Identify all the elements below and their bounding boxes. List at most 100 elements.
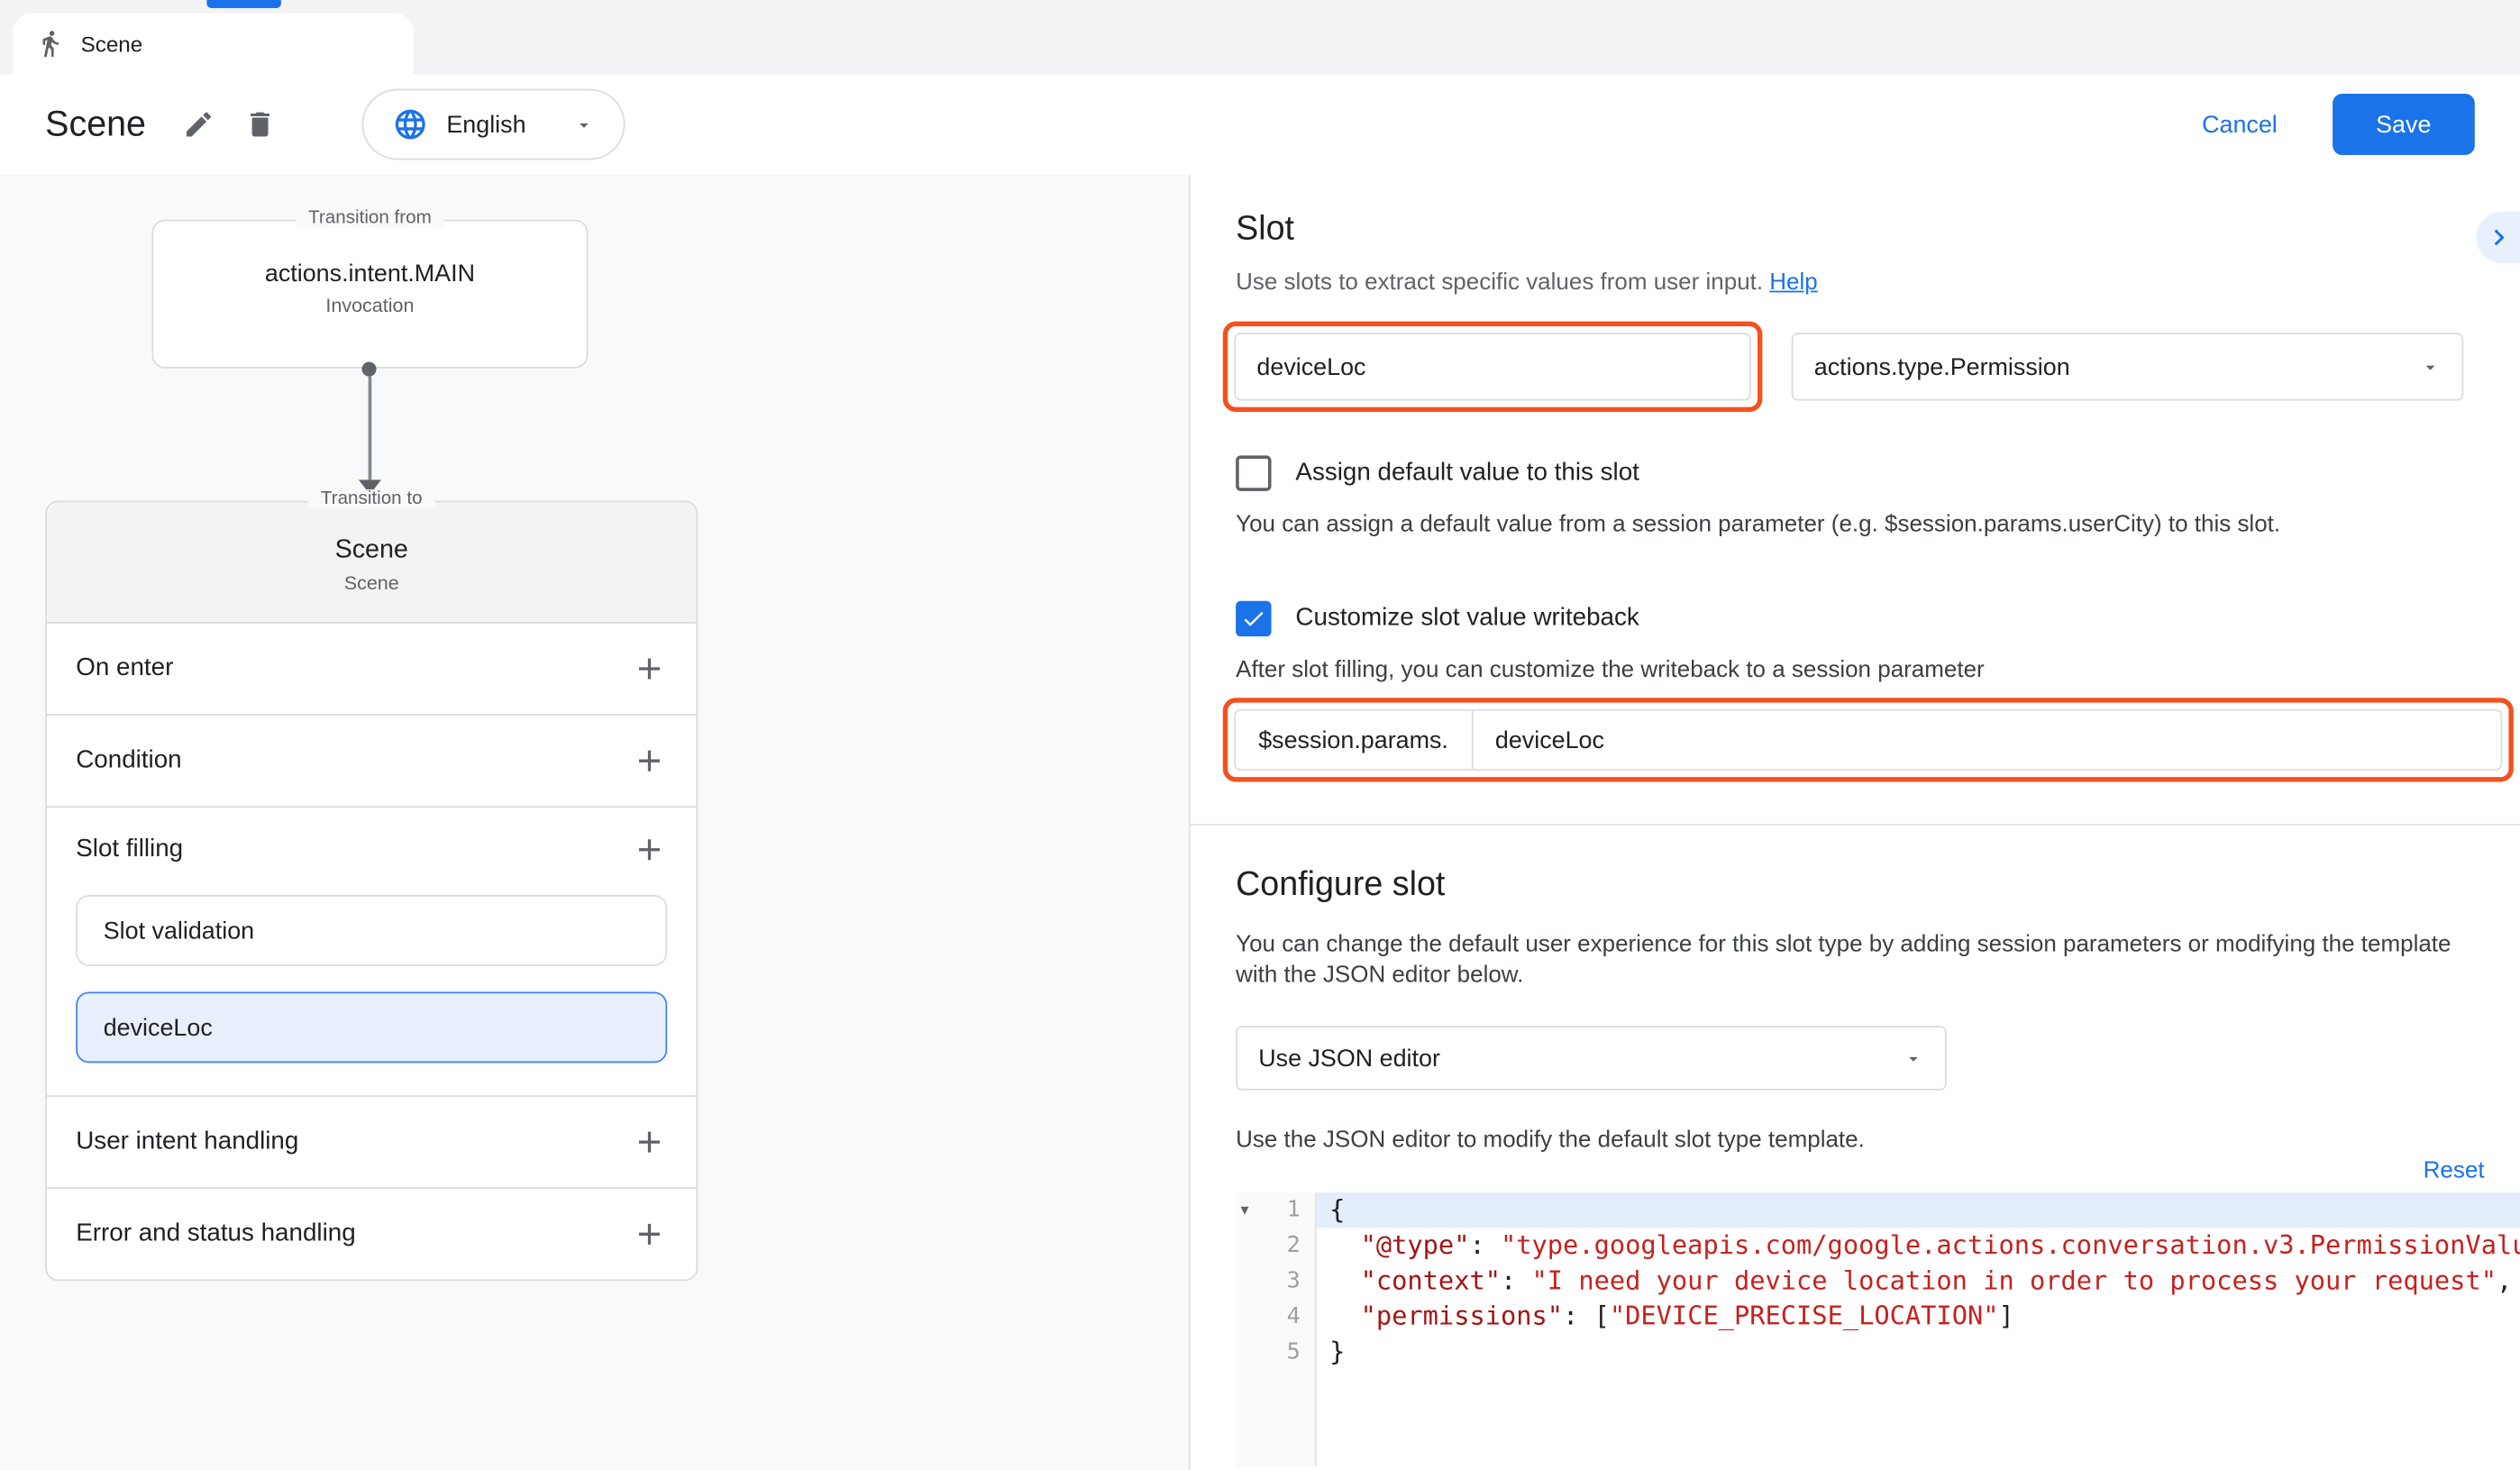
transition-from-node[interactable]: Transition from actions.intent.MAIN Invo… (151, 220, 588, 369)
page-title: Scene (45, 104, 146, 146)
intent-subtitle: Invocation (153, 294, 586, 316)
slot-items-list: Slot validation deviceLoc (47, 891, 697, 1095)
slot-detail-panel: Slot Use slots to extract specific value… (1191, 175, 2520, 1470)
slot-type-value: actions.type.Permission (1814, 353, 2070, 380)
gutter-line: ▾1 (1236, 1192, 1315, 1228)
code-line[interactable]: { (1317, 1192, 2520, 1228)
code-line[interactable]: "permissions": ["DEVICE_PRECISE_LOCATION… (1317, 1299, 2520, 1334)
editor-hint: Use the JSON editor to modify the defaul… (1236, 1128, 2520, 1154)
code-line[interactable]: } (1317, 1334, 2520, 1369)
fold-toggle-icon[interactable]: ▾ (1240, 1194, 1248, 1229)
gutter-line: 3 (1236, 1264, 1315, 1299)
slot-item-label: deviceLoc (104, 1014, 213, 1041)
reset-row: Reset (1236, 1158, 2484, 1184)
line-number: 1 (1287, 1192, 1301, 1228)
globe-icon (393, 106, 428, 142)
section-condition[interactable]: Condition (47, 714, 697, 806)
trash-icon (244, 108, 277, 141)
section-slot-filling-block: Slot filling Slot validation deviceLoc (47, 806, 697, 1095)
help-link[interactable]: Help (1769, 269, 1817, 296)
section-error-status-handling[interactable]: Error and status handling (47, 1187, 697, 1279)
slot-item-label: Slot validation (104, 917, 254, 944)
configure-slot-title: Configure slot (1236, 866, 2520, 905)
writeback-helper: After slot filling, you can customize th… (1236, 657, 2520, 683)
save-button[interactable]: Save (2333, 94, 2475, 155)
intent-name: actions.intent.MAIN (153, 260, 586, 288)
writeback-prefix: $session.params. (1236, 726, 1471, 753)
assign-default-helper: You can assign a default value from a se… (1236, 512, 2520, 538)
add-icon[interactable] (632, 1124, 667, 1159)
reset-link[interactable]: Reset (2424, 1158, 2485, 1184)
annotation-highlight: deviceLoc (1223, 322, 1763, 412)
line-number: 4 (1287, 1299, 1301, 1334)
chevron-down-icon (2420, 356, 2441, 377)
writeback-row: Customize slot value writeback (1236, 601, 2520, 636)
collapse-panel-button[interactable] (2477, 212, 2520, 263)
transition-to-label: Transition to (308, 489, 435, 509)
section-label: Error and status handling (76, 1219, 355, 1248)
slot-section-title: Slot (1236, 210, 2520, 249)
line-number: 2 (1287, 1228, 1301, 1263)
tab-label: Scene (81, 32, 143, 56)
slot-name-type-row: deviceLoc actions.type.Permission (1236, 322, 2520, 412)
language-selector[interactable]: English (362, 89, 625, 160)
gutter-line: 4 (1236, 1299, 1315, 1334)
editor-gutter: ▾12345 (1236, 1192, 1317, 1467)
assign-default-label: Assign default value to this slot (1295, 459, 1639, 488)
section-label: User intent handling (76, 1128, 298, 1156)
editor-code[interactable]: { "@type": "type.googleapis.com/google.a… (1317, 1192, 2520, 1467)
assign-default-checkbox[interactable] (1236, 455, 1271, 490)
slot-type-select[interactable]: actions.type.Permission (1792, 333, 2464, 400)
section-label: Slot filling (76, 835, 183, 864)
section-label: On enter (76, 654, 173, 683)
cancel-button[interactable]: Cancel (2202, 111, 2278, 138)
slot-deviceloc-item[interactable]: deviceLoc (76, 991, 667, 1063)
editor-mode-select[interactable]: Use JSON editor (1236, 1026, 1947, 1091)
add-icon[interactable] (632, 651, 667, 686)
scene-node-subtitle: Scene (47, 571, 697, 594)
tab-scene[interactable]: Scene (13, 13, 413, 74)
add-icon[interactable] (632, 1217, 667, 1252)
edit-scene-button[interactable] (169, 94, 230, 155)
add-icon[interactable] (632, 743, 667, 778)
line-number: 5 (1287, 1334, 1301, 1369)
annotation-highlight: $session.params. deviceLoc (1223, 698, 2514, 781)
slot-description: Use slots to extract specific values fro… (1236, 269, 2520, 296)
assign-default-row: Assign default value to this slot (1236, 455, 2520, 490)
check-icon (1240, 606, 1266, 632)
writeback-checkbox[interactable] (1236, 601, 1271, 636)
writeback-field: $session.params. deviceLoc (1234, 709, 2502, 771)
scene-flow-canvas: Transition from actions.intent.MAIN Invo… (0, 175, 1191, 1470)
scene-node-card: Transition to Scene Scene On enter Condi… (45, 501, 698, 1282)
slot-validation-item[interactable]: Slot validation (76, 895, 667, 966)
connector-line (369, 377, 372, 480)
section-label: Condition (76, 746, 181, 775)
json-editor[interactable]: ▾12345 { "@type": "type.googleapis.com/g… (1236, 1192, 2520, 1467)
scene-node-header[interactable]: Scene Scene (47, 502, 697, 622)
tab-strip: Scene (0, 0, 2520, 74)
slot-name-input[interactable]: deviceLoc (1234, 333, 1751, 400)
scene-node-title: Scene (47, 536, 697, 565)
section-user-intent-handling[interactable]: User intent handling (47, 1095, 697, 1187)
section-on-enter[interactable]: On enter (47, 622, 697, 714)
code-line[interactable]: "@type": "type.googleapis.com/google.act… (1317, 1228, 2520, 1263)
gutter-line: 2 (1236, 1228, 1315, 1263)
writeback-label: Customize slot value writeback (1295, 604, 1639, 633)
line-number: 3 (1287, 1264, 1301, 1299)
transition-from-label: Transition from (296, 208, 444, 228)
section-slot-filling[interactable]: Slot filling (47, 806, 697, 891)
code-line[interactable]: "context": "I need your device location … (1317, 1264, 2520, 1299)
active-tab-indicator (206, 0, 280, 8)
connector-dot (361, 361, 376, 376)
gutter-line: 5 (1236, 1334, 1315, 1369)
delete-scene-button[interactable] (230, 94, 291, 155)
section-divider (1191, 824, 2520, 826)
chevron-right-icon (2482, 222, 2515, 254)
chevron-down-icon (573, 114, 594, 134)
writeback-value-input[interactable]: deviceLoc (1473, 726, 2501, 753)
app-window: Scene Scene English Cancel Save Transiti… (0, 0, 2520, 1470)
add-icon[interactable] (632, 832, 667, 867)
scene-person-icon (35, 29, 64, 58)
editor-mode-value: Use JSON editor (1258, 1045, 1440, 1072)
chevron-down-icon (1903, 1047, 1923, 1068)
